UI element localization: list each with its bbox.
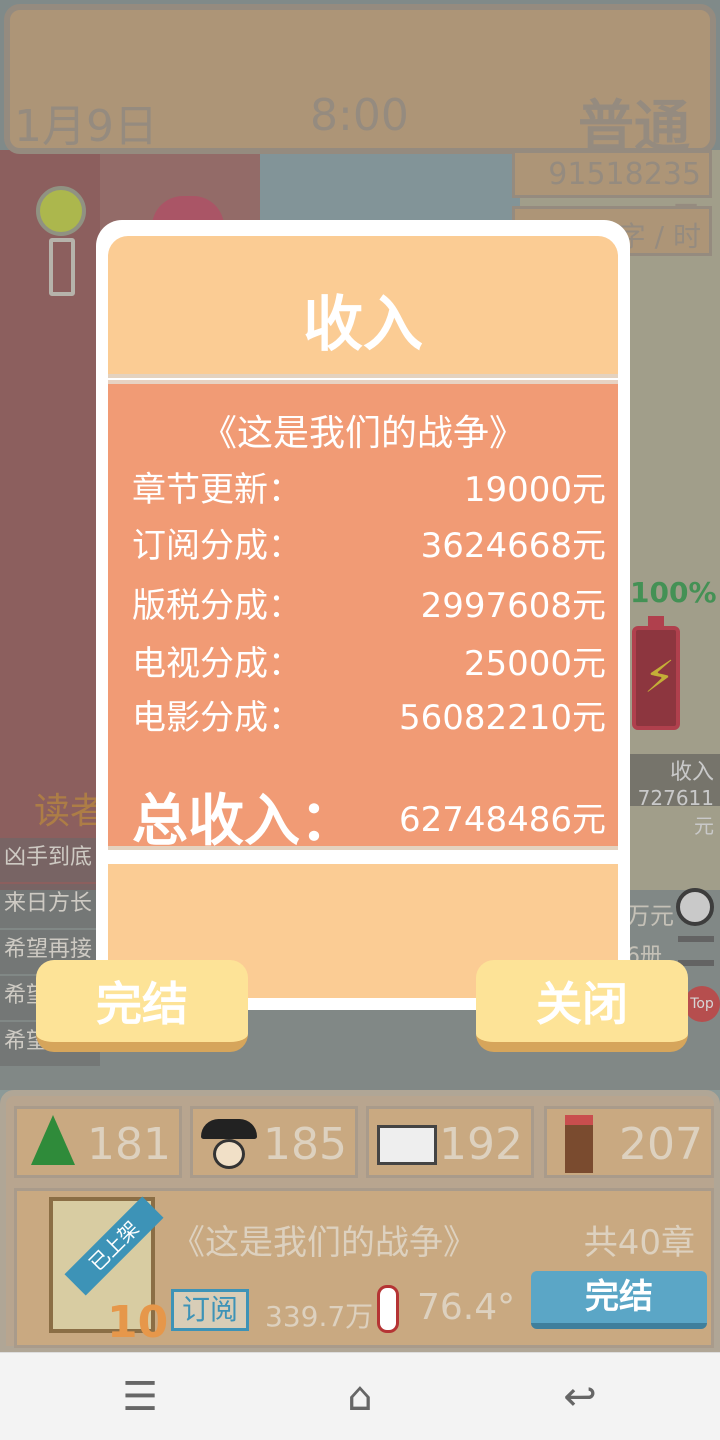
home-icon[interactable]: ⌂ — [330, 1371, 390, 1423]
income-row-tv: 电视分成： 25000元 — [132, 636, 606, 684]
income-row-label: 电视分成： — [132, 644, 302, 684]
total-income-label: 总收入： — [132, 789, 356, 854]
income-row-value: 56082210元 — [398, 698, 606, 738]
book-icon — [377, 1115, 437, 1171]
chapter-count: 共40章 — [583, 1223, 695, 1263]
subscription-badge: 订阅 — [171, 1289, 249, 1331]
cover-number: 10 — [107, 1297, 169, 1348]
modal-title: 收入 — [303, 290, 423, 360]
book-finish-button[interactable]: 完结 — [531, 1271, 707, 1329]
income-row-label: 订阅分成： — [132, 526, 302, 566]
current-book-card[interactable]: 已上架 10 《这是我们的战争》 共40章 订阅 339.7万 76.4° 完结 — [14, 1188, 714, 1348]
stat-trees[interactable]: 181 — [14, 1106, 182, 1178]
income-details: 《这是我们的战争》 章节更新： 19000元 订阅分成： 3624668元 版税… — [108, 380, 618, 854]
back-icon[interactable]: ↩ — [550, 1371, 610, 1423]
system-nav-bar: ☰ ⌂ ↩ — [0, 1352, 720, 1440]
income-row-value: 3624668元 — [420, 526, 606, 566]
book-cover[interactable]: 已上架 10 — [49, 1196, 168, 1348]
book-title: 《这是我们的战争》 — [200, 413, 525, 454]
income-row-movie: 电影分成： 56082210元 — [132, 690, 606, 738]
bottom-panel: 181 185 192 207 已上架 10 《这是我们的战争》 共40章 订阅… — [0, 1090, 720, 1352]
thermometer-icon — [377, 1285, 399, 1333]
income-row-royalty: 版税分成： 2997608元 — [132, 578, 606, 626]
author-avatar-icon — [201, 1115, 257, 1171]
stat-value: 185 — [263, 1119, 347, 1170]
tree-icon — [25, 1115, 81, 1171]
income-row-label: 版税分成： — [132, 586, 302, 626]
published-ribbon: 已上架 — [64, 1196, 164, 1296]
close-button[interactable]: 关闭 — [476, 960, 688, 1052]
menu-icon[interactable]: ☰ — [110, 1371, 170, 1423]
income-row-value: 2997608元 — [420, 586, 606, 626]
pencil-icon — [555, 1115, 611, 1173]
subscription-value: 339.7万 — [265, 1300, 374, 1333]
stat-fans[interactable]: 185 — [190, 1106, 358, 1178]
income-row-label: 章节更新： — [132, 470, 302, 510]
income-row-label: 电影分成： — [132, 698, 302, 738]
income-row-chapter: 章节更新： 19000元 — [132, 462, 606, 510]
stat-writing[interactable]: 207 — [544, 1106, 714, 1178]
finish-button[interactable]: 完结 — [36, 960, 248, 1052]
income-row-subscription: 订阅分成： 3624668元 — [132, 518, 606, 566]
income-modal: 收入 《这是我们的战争》 章节更新： 19000元 订阅分成： 3624668元… — [96, 220, 630, 1010]
modal-title-band: 收入 — [108, 236, 618, 374]
divider — [108, 374, 618, 378]
income-row-value: 19000元 — [463, 470, 606, 510]
stat-value: 192 — [439, 1119, 523, 1170]
stat-readers[interactable]: 192 — [366, 1106, 534, 1178]
stat-value: 207 — [619, 1119, 703, 1170]
stat-value: 181 — [87, 1119, 171, 1170]
divider — [108, 846, 618, 850]
book-card-title: 《这是我们的战争》 — [171, 1223, 477, 1263]
total-income-value: 62748486元 — [398, 800, 606, 840]
income-row-value: 25000元 — [463, 644, 606, 684]
heat-value: 76.4° — [417, 1287, 516, 1328]
